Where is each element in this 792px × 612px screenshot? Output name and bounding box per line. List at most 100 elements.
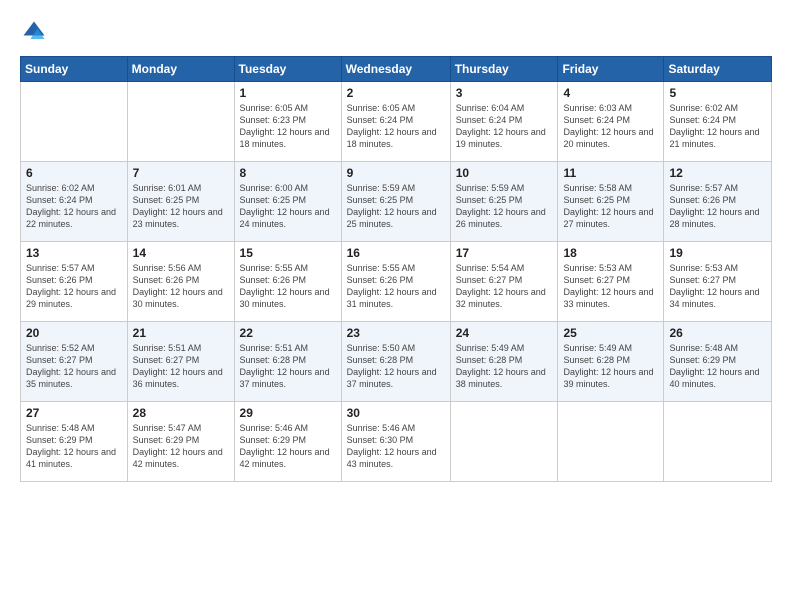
weekday-header-tuesday: Tuesday: [234, 57, 341, 82]
calendar-cell: 22 Sunrise: 5:51 AMSunset: 6:28 PMDayligh…: [234, 322, 341, 402]
calendar-cell: 4 Sunrise: 6:03 AMSunset: 6:24 PMDaylight…: [558, 82, 664, 162]
calendar-cell: 15 Sunrise: 5:55 AMSunset: 6:26 PMDayligh…: [234, 242, 341, 322]
cell-info: Sunrise: 5:59 AMSunset: 6:25 PMDaylight:…: [456, 182, 553, 231]
cell-info: Sunrise: 6:02 AMSunset: 6:24 PMDaylight:…: [669, 102, 766, 151]
day-number: 20: [26, 326, 122, 340]
calendar-cell: [664, 402, 772, 482]
cell-info: Sunrise: 5:57 AMSunset: 6:26 PMDaylight:…: [669, 182, 766, 231]
calendar-cell: 24 Sunrise: 5:49 AMSunset: 6:28 PMDayligh…: [450, 322, 558, 402]
cell-info: Sunrise: 5:52 AMSunset: 6:27 PMDaylight:…: [26, 342, 122, 391]
calendar-cell: 7 Sunrise: 6:01 AMSunset: 6:25 PMDaylight…: [127, 162, 234, 242]
header: [20, 18, 772, 46]
day-number: 11: [563, 166, 658, 180]
day-number: 23: [347, 326, 445, 340]
cell-info: Sunrise: 5:58 AMSunset: 6:25 PMDaylight:…: [563, 182, 658, 231]
day-number: 30: [347, 406, 445, 420]
cell-info: Sunrise: 5:51 AMSunset: 6:28 PMDaylight:…: [240, 342, 336, 391]
calendar-cell: 10Sunrise: 5:59 AMSunset: 6:25 PMDayligh…: [450, 162, 558, 242]
cell-info: Sunrise: 5:53 AMSunset: 6:27 PMDaylight:…: [563, 262, 658, 311]
day-number: 4: [563, 86, 658, 100]
calendar-cell: 13 Sunrise: 5:57 AMSunset: 6:26 PMDayligh…: [21, 242, 128, 322]
cell-info: Sunrise: 5:55 AMSunset: 6:26 PMDaylight:…: [347, 262, 445, 311]
day-number: 25: [563, 326, 658, 340]
weekday-header-thursday: Thursday: [450, 57, 558, 82]
day-number: 15: [240, 246, 336, 260]
week-row-3: 13 Sunrise: 5:57 AMSunset: 6:26 PMDayligh…: [21, 242, 772, 322]
day-number: 14: [133, 246, 229, 260]
cell-info: Sunrise: 6:05 AMSunset: 6:23 PMDaylight:…: [240, 102, 336, 151]
day-number: 6: [26, 166, 122, 180]
calendar-cell: 2 Sunrise: 6:05 AMSunset: 6:24 PMDaylight…: [341, 82, 450, 162]
calendar-cell: 29 Sunrise: 5:46 AMSunset: 6:29 PMDayligh…: [234, 402, 341, 482]
week-row-2: 6 Sunrise: 6:02 AMSunset: 6:24 PMDaylight…: [21, 162, 772, 242]
cell-info: Sunrise: 5:59 AMSunset: 6:25 PMDaylight:…: [347, 182, 445, 231]
logo-icon: [20, 18, 48, 46]
cell-info: Sunrise: 5:57 AMSunset: 6:26 PMDaylight:…: [26, 262, 122, 311]
day-number: 8: [240, 166, 336, 180]
weekday-header-friday: Friday: [558, 57, 664, 82]
day-number: 7: [133, 166, 229, 180]
cell-info: Sunrise: 6:02 AMSunset: 6:24 PMDaylight:…: [26, 182, 122, 231]
weekday-header-wednesday: Wednesday: [341, 57, 450, 82]
day-number: 19: [669, 246, 766, 260]
cell-info: Sunrise: 5:55 AMSunset: 6:26 PMDaylight:…: [240, 262, 336, 311]
cell-info: Sunrise: 5:53 AMSunset: 6:27 PMDaylight:…: [669, 262, 766, 311]
calendar-cell: 25 Sunrise: 5:49 AMSunset: 6:28 PMDayligh…: [558, 322, 664, 402]
calendar-cell: 26Sunrise: 5:48 AMSunset: 6:29 PMDayligh…: [664, 322, 772, 402]
day-number: 24: [456, 326, 553, 340]
cell-info: Sunrise: 5:49 AMSunset: 6:28 PMDaylight:…: [563, 342, 658, 391]
day-number: 9: [347, 166, 445, 180]
cell-info: Sunrise: 6:03 AMSunset: 6:24 PMDaylight:…: [563, 102, 658, 151]
day-number: 21: [133, 326, 229, 340]
calendar-cell: 16 Sunrise: 5:55 AMSunset: 6:26 PMDayligh…: [341, 242, 450, 322]
calendar-cell: 21 Sunrise: 5:51 AMSunset: 6:27 PMDayligh…: [127, 322, 234, 402]
calendar-cell: 18 Sunrise: 5:53 AMSunset: 6:27 PMDayligh…: [558, 242, 664, 322]
day-number: 17: [456, 246, 553, 260]
calendar-cell: 23 Sunrise: 5:50 AMSunset: 6:28 PMDayligh…: [341, 322, 450, 402]
day-number: 1: [240, 86, 336, 100]
day-number: 18: [563, 246, 658, 260]
calendar-cell: 3 Sunrise: 6:04 AMSunset: 6:24 PMDaylight…: [450, 82, 558, 162]
cell-info: Sunrise: 6:01 AMSunset: 6:25 PMDaylight:…: [133, 182, 229, 231]
cell-info: Sunrise: 5:48 AMSunset: 6:29 PMDaylight:…: [26, 422, 122, 471]
day-number: 29: [240, 406, 336, 420]
cell-info: Sunrise: 5:51 AMSunset: 6:27 PMDaylight:…: [133, 342, 229, 391]
weekday-header-monday: Monday: [127, 57, 234, 82]
day-number: 22: [240, 326, 336, 340]
calendar-cell: 28Sunrise: 5:47 AMSunset: 6:29 PMDayligh…: [127, 402, 234, 482]
calendar-cell: 27Sunrise: 5:48 AMSunset: 6:29 PMDayligh…: [21, 402, 128, 482]
calendar-table: SundayMondayTuesdayWednesdayThursdayFrid…: [20, 56, 772, 482]
calendar-cell: 12 Sunrise: 5:57 AMSunset: 6:26 PMDayligh…: [664, 162, 772, 242]
week-row-5: 27Sunrise: 5:48 AMSunset: 6:29 PMDayligh…: [21, 402, 772, 482]
cell-info: Sunrise: 6:04 AMSunset: 6:24 PMDaylight:…: [456, 102, 553, 151]
cell-info: Sunrise: 5:49 AMSunset: 6:28 PMDaylight:…: [456, 342, 553, 391]
cell-info: Sunrise: 5:46 AMSunset: 6:29 PMDaylight:…: [240, 422, 336, 471]
calendar-cell: 9 Sunrise: 5:59 AMSunset: 6:25 PMDaylight…: [341, 162, 450, 242]
cell-info: Sunrise: 5:46 AMSunset: 6:30 PMDaylight:…: [347, 422, 445, 471]
cell-info: Sunrise: 5:54 AMSunset: 6:27 PMDaylight:…: [456, 262, 553, 311]
day-number: 12: [669, 166, 766, 180]
calendar-cell: 5Sunrise: 6:02 AMSunset: 6:24 PMDaylight…: [664, 82, 772, 162]
week-row-1: 1 Sunrise: 6:05 AMSunset: 6:23 PMDaylight…: [21, 82, 772, 162]
calendar-cell: 20 Sunrise: 5:52 AMSunset: 6:27 PMDayligh…: [21, 322, 128, 402]
calendar-cell: 1 Sunrise: 6:05 AMSunset: 6:23 PMDaylight…: [234, 82, 341, 162]
day-number: 3: [456, 86, 553, 100]
weekday-header-sunday: Sunday: [21, 57, 128, 82]
calendar-cell: [127, 82, 234, 162]
calendar-cell: 6 Sunrise: 6:02 AMSunset: 6:24 PMDaylight…: [21, 162, 128, 242]
calendar-cell: [21, 82, 128, 162]
logo: [20, 18, 52, 46]
page: SundayMondayTuesdayWednesdayThursdayFrid…: [0, 0, 792, 612]
weekday-header-saturday: Saturday: [664, 57, 772, 82]
day-number: 2: [347, 86, 445, 100]
day-number: 16: [347, 246, 445, 260]
calendar-cell: 8Sunrise: 6:00 AMSunset: 6:25 PMDaylight…: [234, 162, 341, 242]
cell-info: Sunrise: 5:50 AMSunset: 6:28 PMDaylight:…: [347, 342, 445, 391]
day-number: 13: [26, 246, 122, 260]
calendar-cell: 11 Sunrise: 5:58 AMSunset: 6:25 PMDayligh…: [558, 162, 664, 242]
cell-info: Sunrise: 5:48 AMSunset: 6:29 PMDaylight:…: [669, 342, 766, 391]
calendar-cell: 14Sunrise: 5:56 AMSunset: 6:26 PMDayligh…: [127, 242, 234, 322]
weekday-header-row: SundayMondayTuesdayWednesdayThursdayFrid…: [21, 57, 772, 82]
cell-info: Sunrise: 6:05 AMSunset: 6:24 PMDaylight:…: [347, 102, 445, 151]
calendar-cell: 17 Sunrise: 5:54 AMSunset: 6:27 PMDayligh…: [450, 242, 558, 322]
